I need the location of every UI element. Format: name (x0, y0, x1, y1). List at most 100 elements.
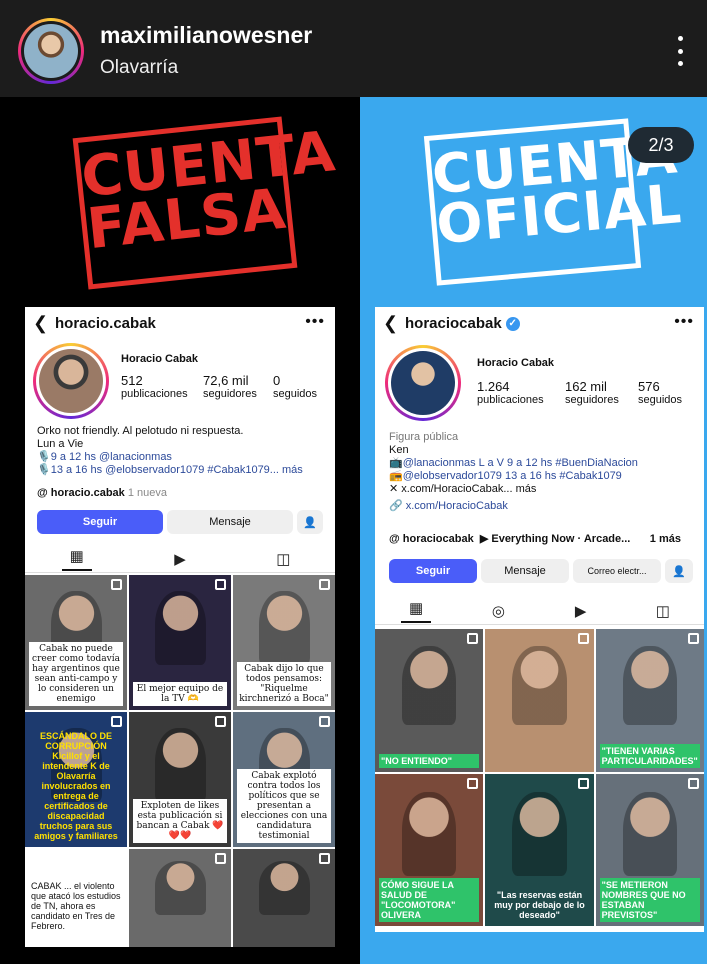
profile-handle: horaciocabak ✓ (405, 315, 520, 332)
reel-icon (688, 778, 699, 789)
stat-posts: 1.264 publicaciones (477, 379, 544, 406)
photo-subject (402, 646, 457, 725)
post-caption: Cabak explotó contra todos los políticos… (237, 769, 331, 843)
stat-posts: 512 publicaciones (121, 373, 188, 400)
threads-icon: @ (389, 533, 403, 545)
profile-avatar (33, 343, 109, 419)
stat-followers: 162 mil seguidores (565, 379, 619, 406)
profile-bio: Figura pública Ken 📺@lanacionmas L a V 9… (389, 431, 638, 512)
post-caption: "TIENEN VARIAS PARTICULARIDADES" (599, 744, 700, 768)
post-thumbnail: CABAK ... el violento que atacó los estu… (25, 849, 127, 947)
email-button: Correo electr... (573, 559, 661, 583)
post-thumbnail: "SE METIERON NOMBRES QUE NO ESTABAN PREV… (595, 774, 704, 926)
post-thumbnail: El mejor equipo de la TV 🫶 (129, 575, 231, 710)
post-caption: ESCÁNDALO DE CORRUPCIÓN Kicillof y el in… (34, 731, 118, 841)
follow-button: Seguir (37, 510, 163, 534)
back-arrow-icon: ❮ (383, 313, 399, 333)
photo-subject (154, 728, 206, 803)
threads-link: @ horacio.cabak 1 nueva (37, 487, 167, 499)
more-options-icon[interactable] (670, 36, 690, 66)
profile-full-name: Horacio Cabak (121, 353, 199, 365)
official-profile-screenshot: ❮ horaciocabak ✓ ••• Horacio Cabak 1.264 p… (375, 307, 704, 932)
fake-profile-screenshot: ❮ horacio.cabak ••• Horacio Cabak 512 pub… (25, 307, 335, 947)
photo-subject (622, 792, 677, 876)
verified-badge-icon: ✓ (505, 317, 520, 332)
post-thumbnail: Cabak dijo lo que todos pensamos: "Rique… (233, 575, 335, 710)
profile-menu-icon: ••• (674, 313, 694, 330)
post-thumbnail: "Las reservas están muy por debajo de lo… (485, 774, 594, 926)
reel-icon (215, 579, 226, 590)
reel-icon (319, 716, 330, 727)
post-location[interactable]: Olavarría (100, 57, 178, 79)
stat-followers: 72,6 mil seguidores (203, 373, 257, 400)
grid-tab-icon: ▦ (61, 547, 92, 571)
reel-icon (215, 853, 226, 864)
posts-grid: "NO ENTIENDO" "TIENEN VARIAS PARTICULARID… (375, 629, 704, 932)
photo-subject (622, 646, 677, 725)
reels-tab-icon: ▶ (574, 602, 587, 620)
official-account-section: CUENTA OFICIAL 2/3 ❮ horaciocabak ✓ ••• Ho… (360, 97, 707, 964)
post-thumbnail: ESCÁNDALO DE CORRUPCIÓN Kicillof y el in… (25, 712, 127, 847)
message-button: Mensaje (481, 559, 569, 583)
photo-subject (154, 860, 206, 915)
reel-icon (688, 633, 699, 644)
post-caption: CÓMO SIGUE LA SALUD DE "LOCOMOTORA" OLIV… (379, 878, 480, 922)
post-caption: CABAK ... el violento que atacó los estu… (29, 879, 123, 943)
post-header: maximilianowesner Olavarría (0, 0, 707, 97)
post-caption: "Las reservas están muy por debajo de lo… (494, 890, 585, 920)
post-caption: Cabak no puede creer como todavía hay ar… (29, 642, 123, 706)
profile-bio: Orko not friendly. Al pelotudo ni respue… (37, 425, 303, 476)
threads-icon: @ (37, 487, 51, 499)
author-username[interactable]: maximilianowesner (100, 22, 312, 49)
photo-subject (258, 860, 310, 915)
photo-subject (154, 591, 206, 666)
post-caption: Exploten de likes esta publicación si ba… (133, 799, 227, 843)
add-user-icon: 👤 (297, 510, 323, 534)
reel-icon (577, 778, 589, 789)
post-thumbnail: "NO ENTIENDO" (375, 629, 484, 772)
stat-following: 0 seguidos (273, 373, 318, 400)
photo-subject (258, 591, 310, 666)
post-thumbnail (233, 849, 335, 947)
reel-icon (111, 853, 122, 864)
author-avatar[interactable] (18, 18, 84, 84)
music-icon: ▶ (479, 533, 492, 545)
reel-icon (111, 716, 122, 727)
add-user-icon: 👤 (665, 559, 693, 583)
collab-tab-icon: ◎ (491, 602, 505, 620)
profile-avatar (385, 345, 461, 421)
profile-full-name: Horacio Cabak (477, 357, 555, 369)
reel-icon (467, 778, 479, 789)
back-arrow-icon: ❮ (33, 313, 49, 333)
fake-account-section: CUENTA FALSA ❮ horacio.cabak ••• Horacio … (0, 97, 360, 964)
posts-grid: Cabak no puede creer como todavía hay ar… (25, 575, 335, 947)
photo-subject (512, 646, 567, 725)
post-caption: "SE METIERON NOMBRES QUE NO ESTABAN PREV… (599, 878, 700, 922)
carousel-page-indicator: 2/3 (628, 127, 694, 163)
stat-following: 576 seguidos (638, 379, 683, 406)
reel-icon (111, 579, 122, 590)
tagged-tab-icon: ◫ (655, 602, 670, 620)
reels-tab-icon: ▶ (174, 550, 186, 568)
follow-button: Seguir (389, 559, 477, 583)
reel-icon (467, 633, 479, 644)
reel-icon (215, 716, 226, 727)
threads-music-row: @ horaciocabak ▶ Everything Now · Arcade… (389, 533, 681, 545)
fake-account-stamp: CUENTA FALSA (72, 116, 339, 290)
post-thumbnail: Cabak no puede creer como todavía hay ar… (25, 575, 127, 710)
photo-subject (512, 792, 567, 876)
post-caption: "NO ENTIENDO" (379, 754, 480, 768)
grid-tab-icon: ▦ (401, 599, 432, 623)
photo-subject (402, 792, 457, 876)
post-thumbnail: CÓMO SIGUE LA SALUD DE "LOCOMOTORA" OLIV… (375, 774, 484, 926)
profile-tabs: ▦ ▶ ◫ (25, 545, 335, 573)
reel-icon (319, 579, 330, 590)
tagged-tab-icon: ◫ (276, 550, 291, 568)
post-caption: El mejor equipo de la TV 🫶 (133, 682, 227, 706)
official-account-stamp: CUENTA OFICIAL (423, 118, 684, 286)
reel-icon (577, 633, 589, 644)
post-caption: Cabak dijo lo que todos pensamos: "Rique… (237, 662, 331, 706)
post-thumbnail (129, 849, 231, 947)
post-thumbnail: Cabak explotó contra todos los políticos… (233, 712, 335, 847)
post-thumbnail (485, 629, 594, 772)
